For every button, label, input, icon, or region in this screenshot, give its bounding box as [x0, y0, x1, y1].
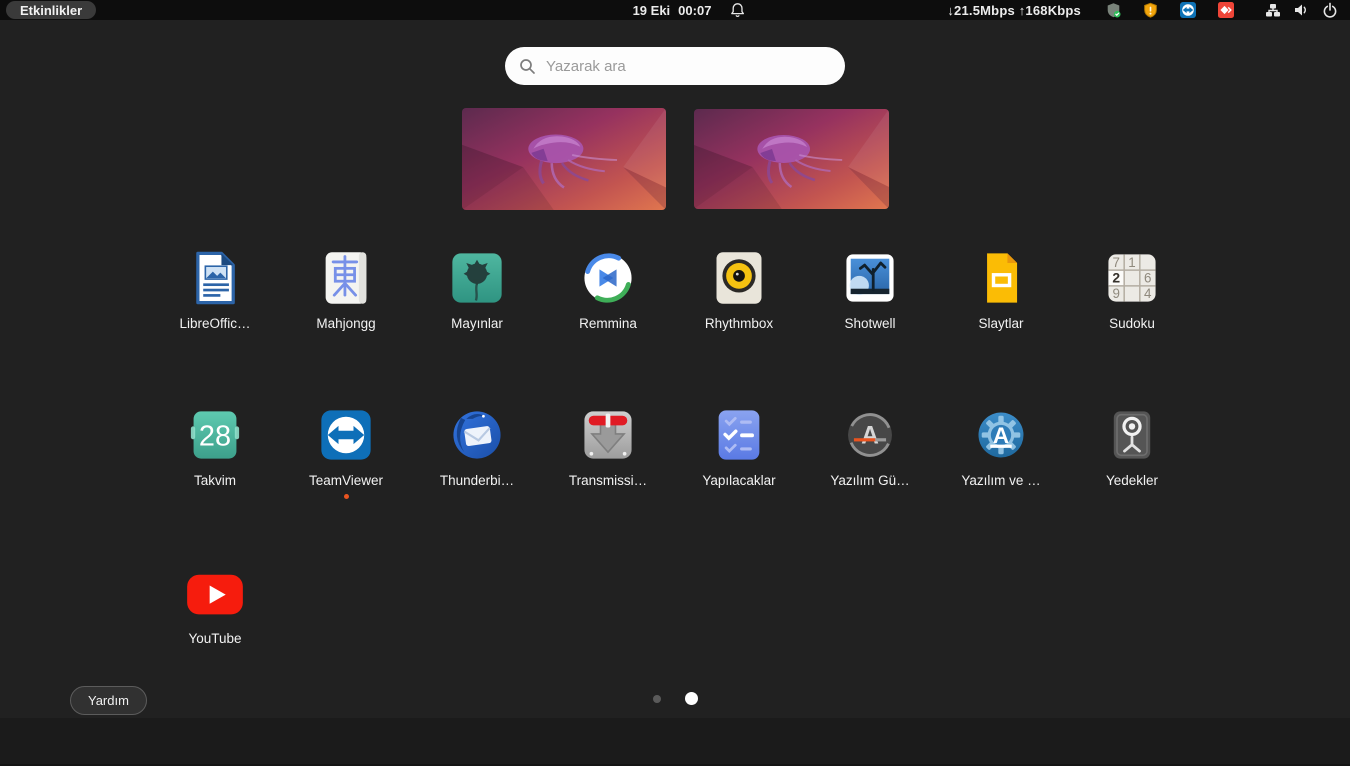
notification-bell-icon: [729, 2, 745, 18]
app-label: Mayınlar: [412, 315, 542, 332]
app-label: Yapılacaklar: [674, 472, 804, 489]
system-status-area[interactable]: [1259, 2, 1344, 18]
app-thunderbird[interactable]: Thunderbi…: [412, 403, 542, 489]
activities-button[interactable]: Etkinlikler: [6, 1, 96, 19]
dock-tooltip: Yardım: [70, 686, 147, 715]
app-label: Yazılım Gü…: [805, 472, 935, 489]
workspace-switcher: [0, 108, 1350, 210]
gnome-activities-overview: Etkinlikler 19 Eki 00:07 ↓21.5Mbps ↑168K…: [0, 0, 1350, 766]
anydesk-tray-icon[interactable]: [1217, 1, 1235, 19]
app-label: Yazılım ve …: [936, 472, 1066, 489]
app-label: Takvim: [150, 472, 280, 489]
app-rhythmbox[interactable]: Rhythmbox: [674, 246, 804, 332]
gnome-todo-icon: [707, 403, 771, 467]
date-label: 19 Eki: [633, 3, 671, 18]
app-label: Rhythmbox: [674, 315, 804, 332]
app-shotwell[interactable]: Shotwell: [805, 246, 935, 332]
shotwell-photo-icon: [838, 246, 902, 310]
app-software-properties[interactable]: A Yazılım ve …: [936, 403, 1066, 489]
app-mines[interactable]: Mayınlar: [412, 246, 542, 332]
sudoku-digit: 4: [1144, 286, 1152, 301]
search-bar[interactable]: [505, 47, 845, 85]
page-dot-2-active[interactable]: [685, 692, 698, 705]
app-label: Yedekler: [1067, 472, 1197, 489]
app-youtube[interactable]: YouTube: [150, 561, 280, 647]
power-icon: [1322, 2, 1338, 18]
app-teamviewer[interactable]: TeamViewer: [281, 403, 411, 499]
shield-warning-icon[interactable]: [1142, 2, 1159, 19]
gnome-calendar-icon: 28: [183, 403, 247, 467]
page-dot-1[interactable]: [653, 695, 661, 703]
remmina-icon: [576, 246, 640, 310]
app-sudoku[interactable]: 7 1 4 6 9 2 Sudoku: [1067, 246, 1197, 332]
sudoku-digit: 7: [1113, 255, 1120, 270]
gnome-mines-icon: [445, 246, 509, 310]
app-label: Sudoku: [1067, 315, 1197, 332]
app-label: TeamViewer: [281, 472, 411, 489]
teamviewer-icon: [314, 403, 378, 467]
top-bar: Etkinlikler 19 Eki 00:07 ↓21.5Mbps ↑168K…: [0, 0, 1350, 20]
network-speed-indicator[interactable]: ↓21.5Mbps ↑168Kbps: [947, 3, 1081, 18]
google-slides-icon: [969, 246, 1033, 310]
app-label: Mahjongg: [281, 315, 411, 332]
updater-letter: A: [861, 423, 879, 450]
thunderbird-icon: [445, 403, 509, 467]
wired-network-icon: [1265, 2, 1281, 18]
app-software-updater[interactable]: A Yazılım Gü…: [805, 403, 935, 489]
app-todo[interactable]: Yapılacaklar: [674, 403, 804, 489]
youtube-icon: [183, 561, 247, 625]
time-label: 00:07: [678, 3, 711, 18]
tooltip-label: Yardım: [88, 693, 129, 708]
app-mahjongg[interactable]: Mahjongg: [281, 246, 411, 332]
software-letter: A: [993, 423, 1009, 448]
search-input[interactable]: [546, 58, 831, 75]
software-properties-icon: A: [969, 403, 1033, 467]
transmission-icon: [576, 403, 640, 467]
app-transmission[interactable]: Transmissi…: [543, 403, 673, 489]
page-indicator: [0, 692, 1350, 705]
app-label: YouTube: [150, 630, 280, 647]
mahjongg-tile-icon: [314, 246, 378, 310]
sudoku-digit: 9: [1113, 286, 1120, 301]
app-slides[interactable]: Slaytlar: [936, 246, 1066, 332]
app-label: LibreOffic…: [150, 315, 280, 332]
calendar-day-number: 28: [199, 421, 231, 453]
rhythmbox-speaker-icon: [707, 246, 771, 310]
shield-check-icon[interactable]: [1105, 2, 1122, 19]
app-label: Remmina: [543, 315, 673, 332]
sudoku-digit-active: 2: [1112, 269, 1120, 285]
system-tray: [1095, 1, 1245, 19]
search-area: [0, 47, 1350, 85]
volume-icon: [1293, 2, 1310, 18]
software-updater-icon: A: [838, 403, 902, 467]
clock-menu[interactable]: 19 Eki 00:07: [633, 0, 746, 20]
sudoku-grid-icon: 7 1 4 6 9 2: [1100, 246, 1164, 310]
app-label: Slaytlar: [936, 315, 1066, 332]
sudoku-digit: 1: [1128, 255, 1135, 270]
app-label: Thunderbi…: [412, 472, 542, 489]
app-calendar[interactable]: 28 Takvim: [150, 403, 280, 489]
sudoku-digit: 6: [1144, 270, 1151, 285]
deja-dup-backups-icon: [1100, 403, 1164, 467]
top-bar-right: ↓21.5Mbps ↑168Kbps: [947, 0, 1344, 20]
app-backups[interactable]: Yedekler: [1067, 403, 1197, 489]
app-remmina[interactable]: Remmina: [543, 246, 673, 332]
app-label: Transmissi…: [543, 472, 673, 489]
dock: A ?: [0, 718, 1350, 766]
libreoffice-writer-icon: [183, 246, 247, 310]
search-icon: [519, 58, 536, 75]
app-libreoffice-writer[interactable]: LibreOffic…: [150, 246, 280, 332]
app-label: Shotwell: [805, 315, 935, 332]
workspace-thumbnail-1[interactable]: [462, 108, 666, 210]
running-indicator: [344, 494, 349, 499]
teamviewer-tray-icon[interactable]: [1179, 1, 1197, 19]
workspace-thumbnail-2[interactable]: [694, 109, 889, 209]
